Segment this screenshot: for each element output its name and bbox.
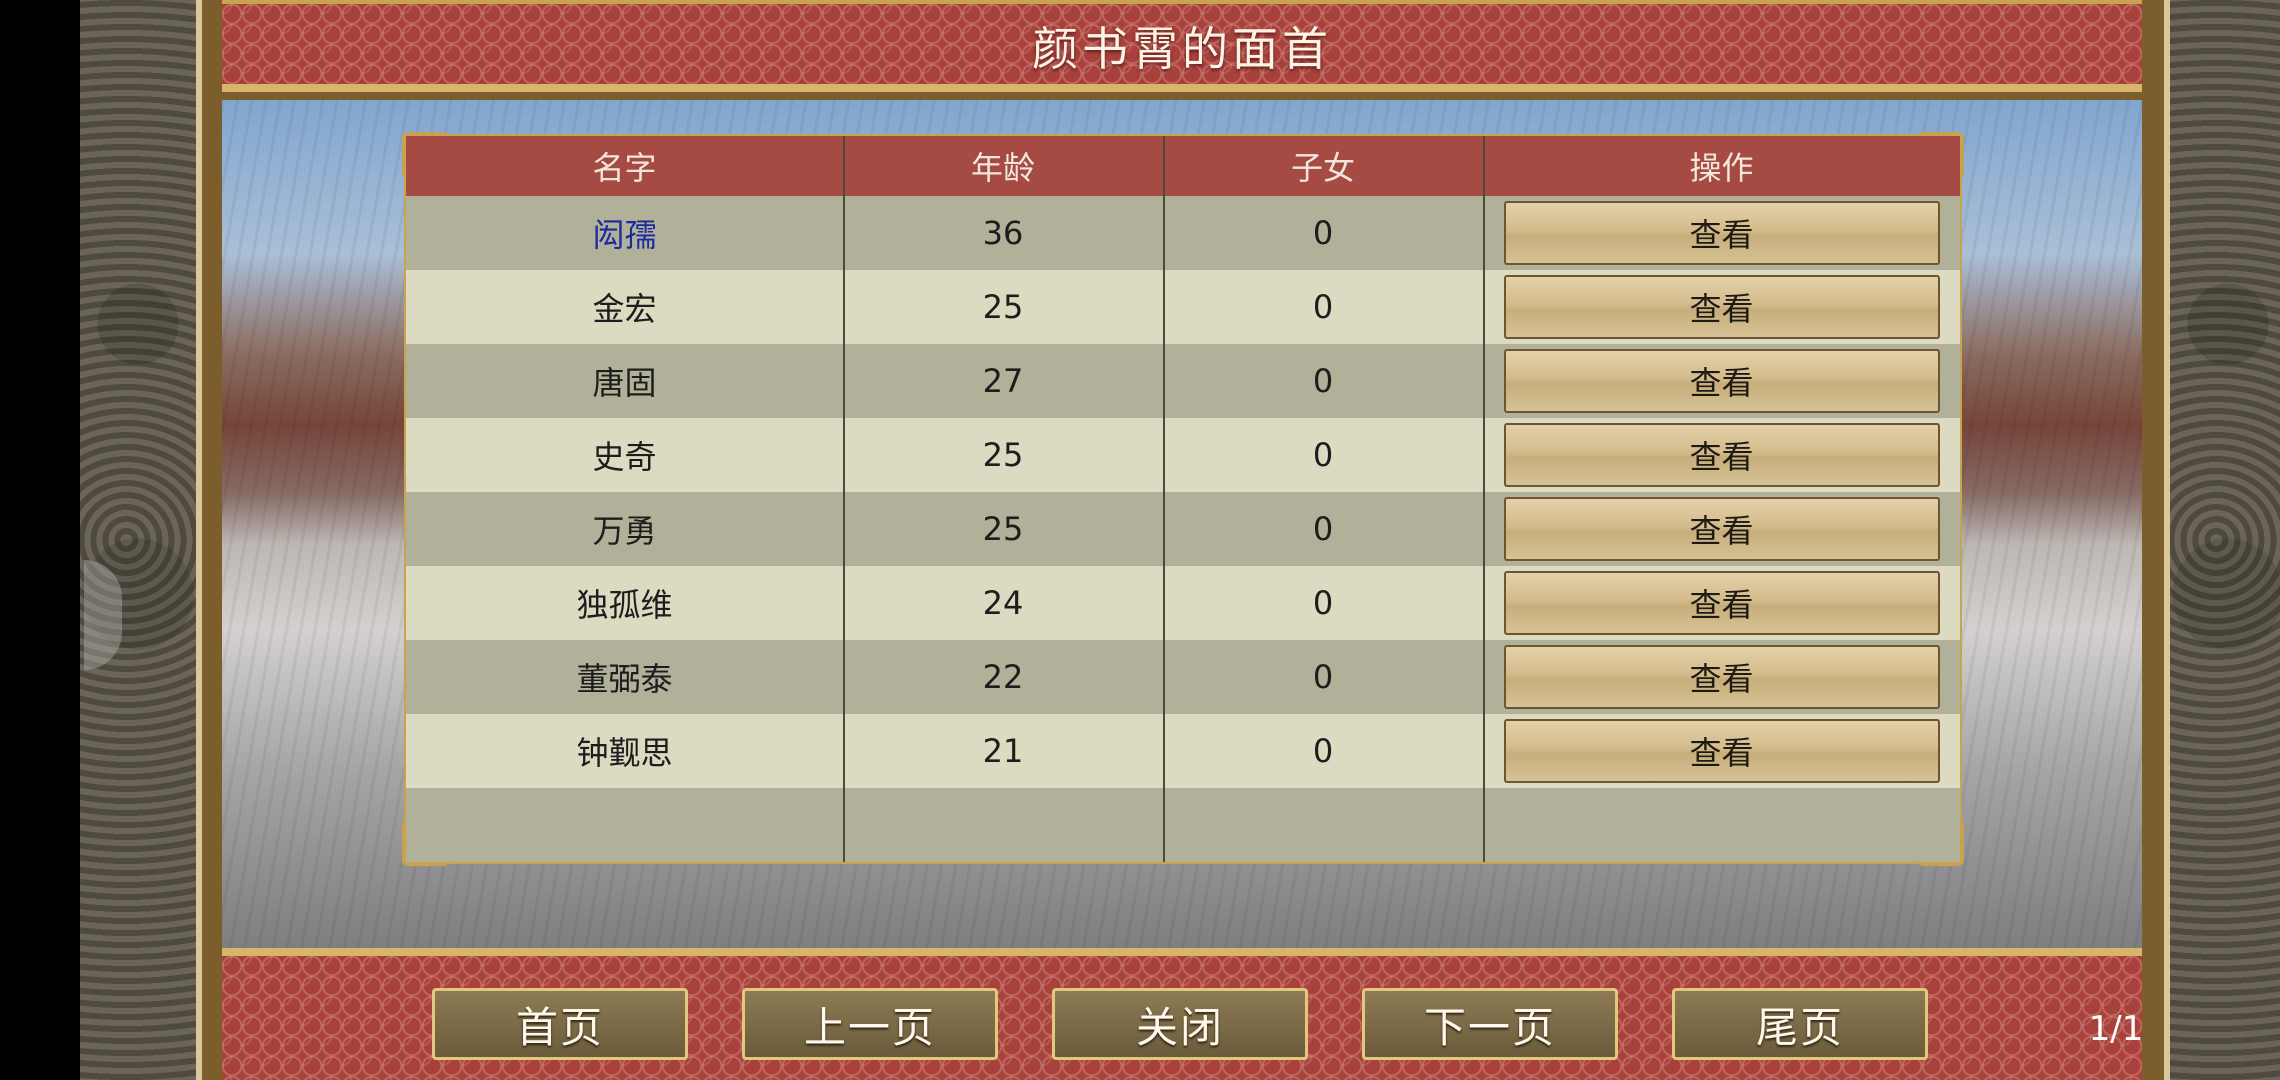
floating-assistant-handle[interactable] — [84, 560, 122, 670]
header-action: 操作 — [1689, 149, 1754, 187]
corner-ornament — [1917, 819, 1964, 866]
column-divider — [1163, 136, 1165, 862]
column-divider — [1483, 136, 1485, 862]
screen-left-margin — [0, 0, 80, 1080]
table-row: 独孤维 24 0 查看 — [406, 566, 1960, 640]
cell-children: 0 — [1312, 510, 1334, 548]
cell-name[interactable]: 闳孺 — [406, 196, 843, 270]
table-row: 唐固 27 0 查看 — [406, 344, 1960, 418]
corner-ornament — [402, 819, 449, 866]
cell-children: 0 — [1312, 288, 1334, 326]
cell-age: 27 — [982, 362, 1024, 400]
cell-age: 25 — [982, 510, 1024, 548]
table-row: 万勇 25 0 查看 — [406, 492, 1960, 566]
close-button[interactable]: 关闭 — [1052, 988, 1308, 1060]
header-children: 子女 — [1290, 149, 1355, 187]
cell-children: 0 — [1312, 732, 1334, 770]
table-row: 钟觐思 21 0 查看 — [406, 714, 1960, 788]
table-row: 史奇 25 0 查看 — [406, 418, 1960, 492]
cell-age: 25 — [982, 436, 1024, 474]
right-ornament-panel — [2164, 0, 2280, 1080]
view-button[interactable]: 查看 — [1503, 423, 1940, 487]
table-row: 闳孺 36 0 查看 — [406, 196, 1960, 270]
cell-age: 36 — [982, 214, 1024, 252]
cell-name: 唐固 — [592, 364, 657, 402]
page-title: 颜书霄的面首 — [1032, 22, 1332, 76]
first-page-button[interactable]: 首页 — [432, 988, 688, 1060]
view-button[interactable]: 查看 — [1503, 275, 1940, 339]
view-button[interactable]: 查看 — [1503, 201, 1940, 265]
cell-age: 21 — [982, 732, 1024, 770]
consort-table: 名字 年龄 子女 操作 闳孺 36 0 查看 金宏 25 0 查看 唐固 27 … — [402, 132, 1964, 866]
table-row: 董弼泰 22 0 查看 — [406, 640, 1960, 714]
header-name: 名字 — [592, 149, 657, 187]
view-button[interactable]: 查看 — [1503, 497, 1940, 561]
cell-name: 万勇 — [592, 512, 657, 550]
page-indicator: 1/1 — [2088, 1009, 2144, 1049]
cell-children: 0 — [1312, 584, 1334, 622]
cell-children: 0 — [1312, 436, 1334, 474]
column-divider — [843, 136, 845, 862]
last-page-button[interactable]: 尾页 — [1672, 988, 1928, 1060]
cell-age: 22 — [982, 658, 1024, 696]
cell-name: 钟觐思 — [576, 734, 673, 772]
table-row: 金宏 25 0 查看 — [406, 270, 1960, 344]
cell-age: 25 — [982, 288, 1024, 326]
prev-page-button[interactable]: 上一页 — [742, 988, 998, 1060]
cell-children: 0 — [1312, 362, 1334, 400]
view-button[interactable]: 查看 — [1503, 645, 1940, 709]
table-body: 闳孺 36 0 查看 金宏 25 0 查看 唐固 27 0 查看 史奇 25 0… — [406, 196, 1960, 788]
cell-name: 金宏 — [592, 290, 657, 328]
cell-name: 独孤维 — [576, 586, 673, 624]
cell-age: 24 — [982, 584, 1024, 622]
table-header: 名字 年龄 子女 操作 — [406, 136, 1960, 196]
cell-children: 0 — [1312, 214, 1334, 252]
cell-name: 董弼泰 — [576, 660, 673, 698]
view-button[interactable]: 查看 — [1503, 349, 1940, 413]
header-age: 年龄 — [970, 149, 1035, 187]
cell-name: 史奇 — [592, 438, 657, 476]
view-button[interactable]: 查看 — [1503, 719, 1940, 783]
left-ornament-panel — [80, 0, 202, 1080]
next-page-button[interactable]: 下一页 — [1362, 988, 1618, 1060]
view-button[interactable]: 查看 — [1503, 571, 1940, 635]
cell-children: 0 — [1312, 658, 1334, 696]
